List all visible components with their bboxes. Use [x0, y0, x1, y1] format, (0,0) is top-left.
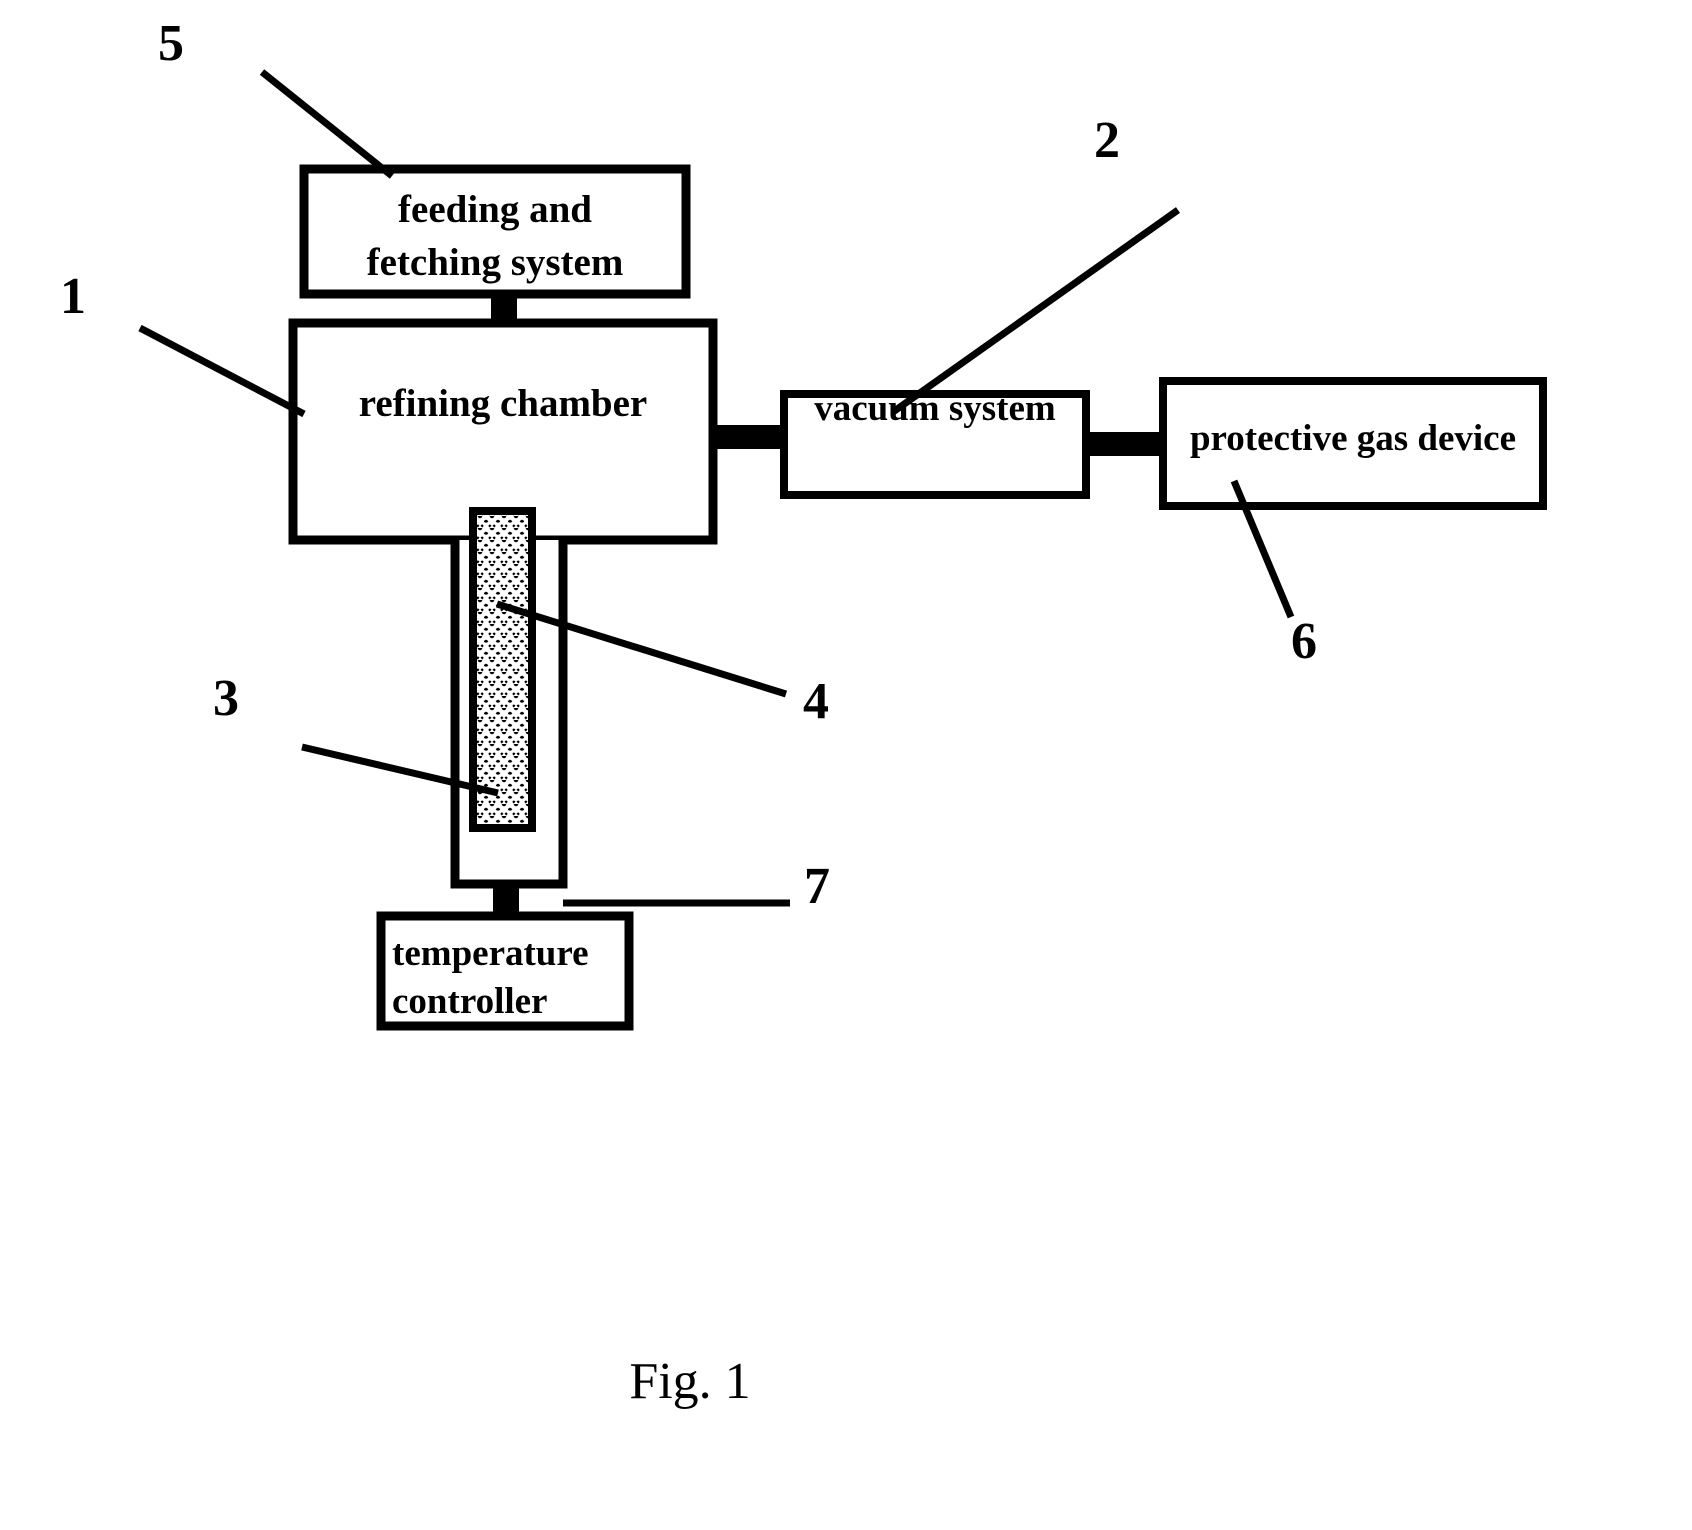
diagram-canvas: feeding and fetching system refining cha… [60, 15, 1547, 1410]
figure-caption: Fig. 1 [629, 1353, 750, 1410]
block-temperature-controller[interactable]: temperature controller [376, 911, 634, 1031]
callout-number-3: 3 [213, 670, 239, 727]
protective-gas-device-label: protective gas device [1190, 418, 1516, 459]
temperature-controller-label-line2: controller [392, 981, 547, 1022]
feeding-fetching-label-line2: fetching system [367, 241, 624, 284]
block-protective-gas-device[interactable]: protective gas device [1159, 377, 1547, 510]
connector-chamber-to-vacuum [705, 425, 789, 449]
callout-number-5: 5 [158, 15, 184, 72]
leader-line-5 [259, 69, 395, 179]
callout-number-1: 1 [60, 268, 86, 325]
callout-number-2: 2 [1094, 112, 1120, 169]
leader-line-2 [890, 207, 1181, 415]
refining-chamber-label: refining chamber [359, 382, 648, 425]
temperature-controller-label-line1: temperature [392, 933, 589, 974]
block-crucible[interactable] [469, 507, 536, 832]
block-feeding-and-fetching-system[interactable]: feeding and fetching system [299, 164, 691, 299]
callout-number-4: 4 [803, 673, 829, 730]
patent-figure: feeding and fetching system refining cha… [0, 0, 1692, 1530]
leader-line-1 [138, 324, 306, 418]
callout-number-7: 7 [804, 858, 830, 915]
feeding-fetching-label-line1: feeding and [398, 188, 592, 231]
callout-number-6: 6 [1291, 613, 1317, 670]
vacuum-system-label: vacuum system [814, 388, 1056, 429]
connector-vacuum-to-gasdevice [1085, 432, 1167, 456]
block-vacuum-system[interactable]: vacuum system [780, 388, 1090, 499]
